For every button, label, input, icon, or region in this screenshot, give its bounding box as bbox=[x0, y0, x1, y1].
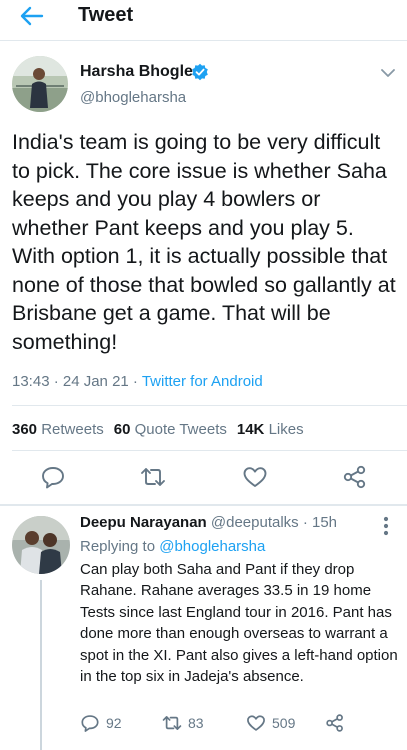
avatar[interactable] bbox=[12, 56, 68, 112]
reply-avatar[interactable] bbox=[12, 516, 70, 574]
like-icon[interactable] bbox=[242, 465, 268, 489]
tweet-meta: 13:43 · 24 Jan 21 · Twitter for Android bbox=[12, 373, 263, 390]
reply-retweets-count: 83 bbox=[188, 715, 204, 731]
reply-text: Can play both Saha and Pant if they drop… bbox=[80, 561, 398, 686]
likes-label: Likes bbox=[268, 421, 304, 438]
quotes-count: 60 bbox=[113, 421, 131, 438]
header-divider bbox=[0, 40, 407, 41]
top-bar: Tweet bbox=[0, 0, 407, 40]
page-title: Tweet bbox=[78, 4, 134, 26]
reply-share-button[interactable] bbox=[325, 713, 351, 733]
author-handle[interactable]: @bhogleharsha bbox=[80, 89, 186, 106]
quotes-label: Quote Tweets bbox=[134, 421, 227, 438]
reply-icon[interactable] bbox=[40, 465, 66, 489]
likes-count: 14K bbox=[236, 421, 265, 438]
replying-to: Replying to @bhogleharsha bbox=[80, 538, 265, 555]
retweets-label: Retweets bbox=[41, 421, 104, 438]
quotes-stat[interactable]: 60 Quote Tweets bbox=[114, 421, 227, 438]
tweet-timestamp: 13:43 · 24 Jan 21 · bbox=[12, 373, 142, 390]
thread-line bbox=[40, 580, 42, 750]
share-icon[interactable] bbox=[342, 465, 368, 489]
stats-top-divider bbox=[12, 405, 407, 406]
reply-icon bbox=[81, 715, 99, 732]
chevron-down-icon[interactable] bbox=[380, 66, 396, 78]
reply-likes-count: 509 bbox=[272, 715, 296, 731]
author-name[interactable]: Harsha Bhogle bbox=[80, 63, 193, 81]
likes-stat[interactable]: 14K Likes bbox=[237, 421, 304, 438]
more-vertical-icon[interactable] bbox=[383, 515, 389, 537]
back-arrow-icon[interactable] bbox=[18, 4, 46, 28]
reply-reply-button[interactable]: 92 bbox=[80, 713, 122, 733]
tweet-stats: 360 Retweets 60 Quote Tweets 14K Likes bbox=[12, 421, 304, 438]
retweets-stat[interactable]: 360 Retweets bbox=[12, 421, 104, 438]
like-icon bbox=[247, 715, 265, 731]
retweet-icon bbox=[162, 716, 182, 730]
reply-retweet-button[interactable]: 83 bbox=[162, 713, 204, 733]
reply-like-button[interactable]: 509 bbox=[246, 713, 295, 733]
retweets-count: 360 bbox=[12, 421, 38, 438]
replying-to-handle[interactable]: @bhogleharsha bbox=[159, 538, 265, 555]
reply-header: Deepu Narayanan @deeputalks · 15h bbox=[80, 514, 337, 531]
reply-author-name[interactable]: Deepu Narayanan bbox=[80, 514, 207, 531]
verified-badge-icon bbox=[191, 63, 209, 81]
tweet-bottom-divider bbox=[0, 504, 407, 506]
tweet-source-link[interactable]: Twitter for Android bbox=[142, 373, 263, 390]
share-icon bbox=[326, 714, 343, 732]
reply-replies-count: 92 bbox=[106, 715, 122, 731]
reply-timestamp: · 15h bbox=[298, 514, 338, 531]
reply-author-handle[interactable]: @deeputalks bbox=[211, 514, 299, 531]
stats-bottom-divider bbox=[12, 450, 407, 451]
replying-label: Replying to bbox=[80, 538, 160, 555]
tweet-text: India's team is going to be very difficu… bbox=[12, 130, 396, 354]
retweet-icon[interactable] bbox=[140, 465, 166, 489]
